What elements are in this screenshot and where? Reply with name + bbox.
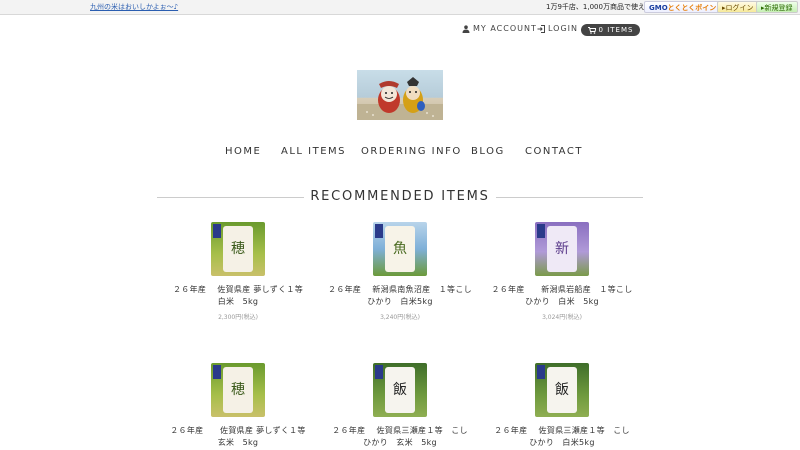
nav-ordering-info[interactable]: ORDERING INFO bbox=[361, 146, 462, 157]
product-name-line2: 玄米 5kg bbox=[217, 438, 259, 447]
rice-badge-icon bbox=[213, 224, 221, 238]
product-card[interactable]: 飯 ２６年産 佐賀県三瀬産１等 こし ひかり 白米5kg bbox=[477, 363, 647, 450]
product-image[interactable]: 新 bbox=[535, 222, 589, 276]
login-link[interactable]: LOGIN bbox=[537, 24, 578, 33]
nav-contact[interactable]: CONTACT bbox=[525, 146, 583, 157]
nav-all-items[interactable]: ALL ITEMS bbox=[281, 146, 346, 157]
user-icon bbox=[462, 24, 470, 33]
promo-link[interactable]: 九州の米はおいしかよぉ～♪ bbox=[90, 2, 178, 12]
nav-home[interactable]: HOME bbox=[225, 146, 261, 157]
product-price: 3,024円(税込) bbox=[542, 314, 582, 321]
rice-badge-icon bbox=[537, 365, 545, 379]
product-image[interactable]: 飯 bbox=[373, 363, 427, 417]
rice-bag-label-icon: 魚 bbox=[393, 241, 407, 257]
product-name-line1: ２６年産 新潟県南魚沼産 １等こし bbox=[328, 285, 472, 294]
product-name-line2: ひかり 玄米 5kg bbox=[363, 438, 437, 447]
section-title: RECOMMENDED ITEMS bbox=[310, 189, 490, 204]
rice-bag-label-icon: 穂 bbox=[231, 241, 245, 257]
rice-badge-icon bbox=[375, 365, 383, 379]
nav-blog[interactable]: BLOG bbox=[471, 146, 505, 157]
product-name-line1: ２６年産 佐賀県三瀬産１等 こし bbox=[332, 426, 468, 435]
gmo-login-label: ログイン bbox=[725, 4, 754, 12]
cart-icon bbox=[587, 26, 596, 34]
rice-bag-label-icon: 飯 bbox=[555, 382, 569, 398]
cart-count-label: 0 ITEMS bbox=[598, 26, 634, 34]
product-card[interactable]: 新 ２６年産 新潟県岩船産 １等こし ひかり 白米 5kg 3,024円(税込) bbox=[477, 222, 647, 321]
product-card[interactable]: 穂 ２６年産 佐賀県産 夢しずく１等 玄米 5kg bbox=[153, 363, 323, 450]
gmo-top-bar: 九州の米はおいしかよぉ～♪ 1万9千店、1,000万商品で使える GMOとくとく… bbox=[0, 0, 800, 15]
product-card[interactable]: 飯 ２６年産 佐賀県三瀬産１等 こし ひかり 玄米 5kg bbox=[315, 363, 485, 450]
my-account-link[interactable]: MY ACCOUNT bbox=[462, 24, 537, 33]
gmo-signup-label: 新規登録 bbox=[764, 4, 793, 12]
product-image[interactable]: 穂 bbox=[211, 363, 265, 417]
rice-badge-icon bbox=[375, 224, 383, 238]
product-name-line1: ２６年産 佐賀県産 夢しずく１等 bbox=[172, 285, 304, 294]
login-label: LOGIN bbox=[548, 24, 579, 33]
product-name-line2: ひかり 白米 5kg bbox=[525, 297, 599, 306]
gmo-signup-button[interactable]: ▸新規登録 bbox=[756, 1, 798, 13]
rice-bag-label-icon: 新 bbox=[555, 241, 569, 257]
my-account-label: MY ACCOUNT bbox=[473, 24, 537, 33]
rice-badge-icon bbox=[537, 224, 545, 238]
rice-bag-label-icon: 飯 bbox=[393, 382, 407, 398]
product-name-line1: ２６年産 新潟県岩船産 １等こし bbox=[491, 285, 633, 294]
product-name-line2: ひかり 白米5kg bbox=[529, 438, 595, 447]
product-card[interactable]: 穂 ２６年産 佐賀県産 夢しずく１等 白米 5kg 2,300円(税込) bbox=[153, 222, 323, 321]
rice-badge-icon bbox=[213, 365, 221, 379]
product-price: 3,240円(税込) bbox=[380, 314, 420, 321]
product-name-line2: ひかり 白米5kg bbox=[367, 297, 433, 306]
gmo-logo-text: GMO bbox=[649, 4, 668, 12]
sign-in-icon bbox=[537, 24, 545, 33]
gmo-logo-points-text: とくとくポイント bbox=[667, 4, 724, 12]
cart-button[interactable]: 0 ITEMS bbox=[581, 24, 640, 36]
logo-figurines-image bbox=[357, 77, 443, 120]
product-name-line2: 白米 5kg bbox=[217, 297, 259, 306]
gmo-points-logo[interactable]: GMOとくとくポイント bbox=[644, 1, 729, 13]
product-name-line1: ２６年産 佐賀県三瀬産１等 こし bbox=[494, 426, 630, 435]
gmo-login-button[interactable]: ▸ログイン bbox=[717, 1, 759, 13]
product-price: 2,300円(税込) bbox=[218, 314, 258, 321]
gmo-points-text: 1万9千店、1,000万商品で使える bbox=[546, 3, 652, 11]
product-image[interactable]: 飯 bbox=[535, 363, 589, 417]
product-image[interactable]: 穂 bbox=[211, 222, 265, 276]
rice-bag-label-icon: 穂 bbox=[231, 382, 245, 398]
product-name-line1: ２６年産 佐賀県産 夢しずく１等 bbox=[170, 426, 306, 435]
site-logo[interactable] bbox=[357, 70, 443, 120]
product-card[interactable]: 魚 ２６年産 新潟県南魚沼産 １等こし ひかり 白米5kg 3,240円(税込) bbox=[315, 222, 485, 321]
product-image[interactable]: 魚 bbox=[373, 222, 427, 276]
